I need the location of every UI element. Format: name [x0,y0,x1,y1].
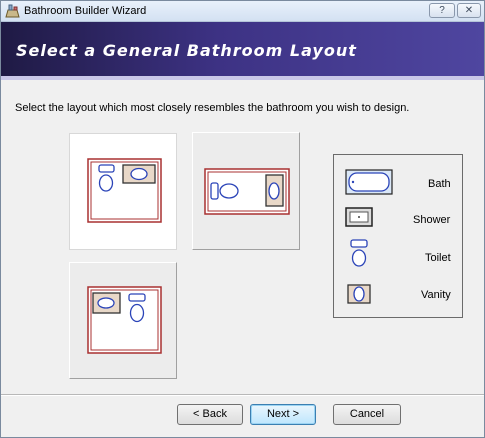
layout-1-floorplan [87,158,162,223]
close-button[interactable]: ✕ [457,3,481,18]
help-button[interactable]: ? [429,3,455,18]
legend-label-shower: Shower [413,214,451,226]
title-bar[interactable]: Bathroom Builder Wizard ? ✕ [1,1,484,22]
legend-label-vanity: Vanity [421,289,451,301]
vanity-icon [347,284,371,304]
page-title: Select a General Bathroom Layout [16,41,357,60]
layout-option-1[interactable] [69,133,177,250]
bathroom-app-icon [5,4,20,18]
instruction-text: Select the layout which most closely res… [15,102,410,114]
header-banner: Select a General Bathroom Layout [1,22,484,80]
legend-label-bath: Bath [428,178,451,190]
next-button[interactable]: Next > [250,404,316,425]
layout-option-2[interactable] [192,132,300,250]
layout-2-floorplan [204,168,290,215]
shower-icon [345,207,373,227]
bath-icon [345,169,393,195]
footer-divider-highlight [1,395,484,396]
back-button[interactable]: < Back [177,404,243,425]
legend-label-toilet: Toilet [425,252,451,264]
window-title: Bathroom Builder Wizard [24,5,147,17]
layout-3-floorplan [87,286,162,354]
toilet-icon [350,239,368,267]
layout-option-3[interactable] [69,262,177,379]
cancel-button[interactable]: Cancel [333,404,401,425]
wizard-window: Bathroom Builder Wizard ? ✕ Select a Gen… [0,0,485,438]
fixture-legend: Bath Shower Toilet Vanity [333,154,463,318]
banner-stripe [1,76,484,80]
